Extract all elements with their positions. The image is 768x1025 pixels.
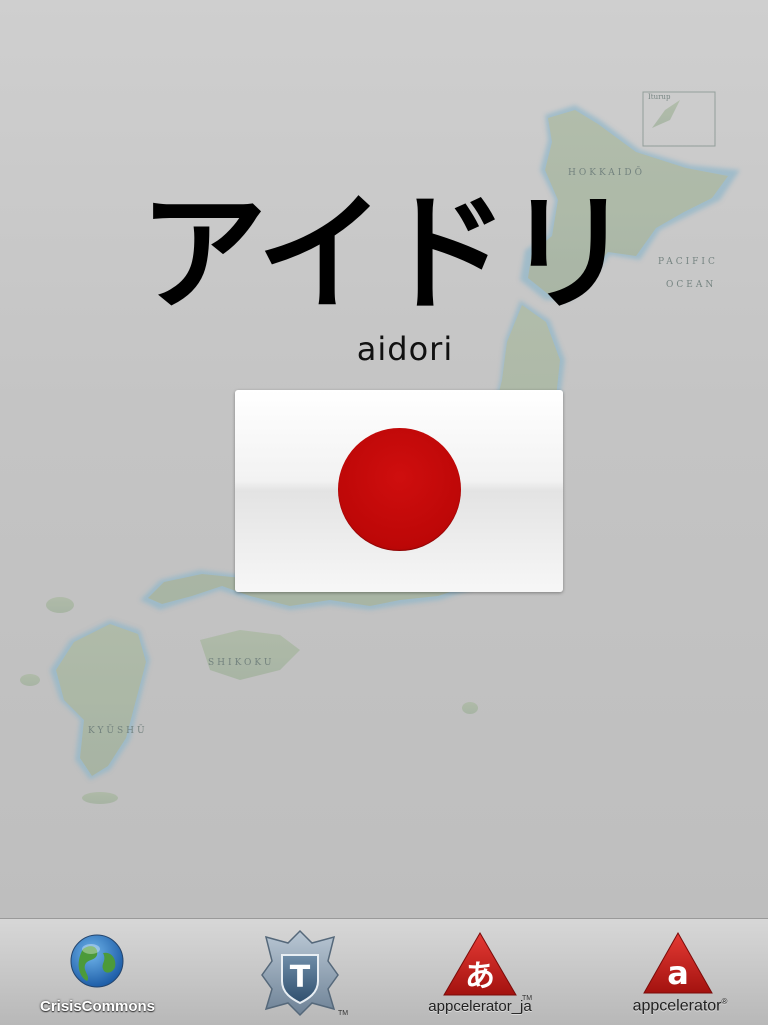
appcelerator-icon: a (643, 931, 713, 994)
sponsor-appcelerator-ja[interactable]: あ TM appcelerator_ja (420, 919, 540, 1025)
registered-mark: ® (721, 996, 728, 1006)
map-label-shikoku: SHIKOKU (208, 658, 274, 668)
sponsor-titanium[interactable]: T TM (250, 919, 350, 1025)
japan-flag-button[interactable] (235, 390, 563, 592)
sponsor-label: appcelerator_ja (428, 998, 532, 1015)
appcelerator-glyph: a (667, 954, 689, 992)
app-title-romaji: aidori (356, 330, 454, 368)
sponsor-appcelerator[interactable]: a appcelerator® (620, 919, 740, 1025)
trademark-mark: TM (338, 1010, 349, 1017)
sponsor-label: CrisisCommons (39, 998, 156, 1015)
sponsor-bar: CrisisCommons T TM あ TM appcelerator_ja … (0, 918, 768, 1025)
app-title-japanese: アイドリ (139, 180, 633, 329)
globe-icon (70, 934, 124, 988)
sponsor-label: appcelerator® (632, 996, 728, 1014)
map-label-kyushu: KYŪSHŪ (88, 724, 148, 736)
map-label-hokkaido: HOKKAIDŌ (568, 166, 645, 178)
flag-red-disc (338, 428, 461, 551)
appcelerator-ja-glyph: あ (465, 959, 495, 994)
sponsor-crisiscommons[interactable]: CrisisCommons (20, 919, 175, 1025)
map-label-iturup: Iturup (648, 93, 671, 101)
appcelerator-ja-icon: あ (443, 932, 517, 996)
svg-text:T: T (290, 960, 311, 995)
titanium-shield-icon: T (261, 929, 339, 1017)
